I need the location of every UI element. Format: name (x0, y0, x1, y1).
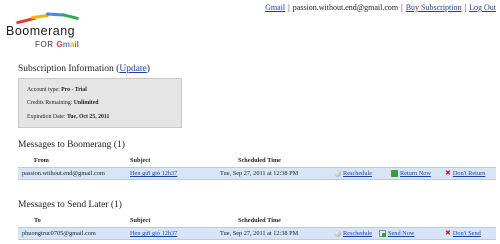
logo-gmail-text: Gmail (56, 40, 79, 49)
send-later-table-header: To Subject Scheduled Time (18, 217, 496, 225)
credits-value: Unlimited (73, 100, 99, 106)
subscription-info-box: Account type: Pro - Trial Credits Remain… (18, 78, 182, 128)
clock-icon (334, 230, 341, 237)
column-scheduled-time: Scheduled Time (238, 217, 281, 224)
dont-return-action[interactable]: ✖ Don't Return (445, 169, 485, 178)
subject-link[interactable]: Hen gửi gió 12h37 (130, 170, 177, 177)
logo-wordmark: Boomerang (6, 24, 76, 38)
send-later-section-title: Messages to Send Later (1) (18, 200, 122, 210)
boomerang-table-header: From Subject Scheduled Time (18, 157, 496, 165)
update-link[interactable]: Update (119, 64, 146, 74)
expiration-value: Tue, Oct 25, 2011 (66, 114, 110, 120)
return-now-link[interactable]: Return Now (400, 170, 431, 177)
clock-icon (334, 170, 341, 177)
scheduled-time: Tue, Sep 27, 2011 at 12:38 PM (220, 230, 299, 237)
dont-send-action[interactable]: ✖ Don't Send (445, 229, 481, 238)
send-envelope-icon (379, 230, 386, 237)
column-from: From (34, 157, 49, 164)
reschedule-link[interactable]: Reschedule (343, 170, 372, 177)
logo-for-gmail: FOR Gmail (35, 40, 79, 49)
log-out-link[interactable]: Log Out (469, 3, 496, 12)
separator: | (288, 3, 290, 12)
account-type-value: Pro - Trial (61, 87, 87, 93)
credits-row: Credits Remaining: Unlimited (27, 100, 99, 106)
from-email: passion.without.end@gmail.com (22, 170, 105, 177)
reschedule-link[interactable]: Reschedule (343, 230, 372, 237)
logo-color-bars (15, 12, 86, 25)
subscription-title: Subscription Information (Update) (18, 64, 150, 74)
scheduled-time: Tue, Sep 27, 2011 at 12:38 PM (220, 170, 299, 177)
to-email: phuongtruc0705@gmail.com (22, 230, 96, 237)
buy-subscription-link[interactable]: Buy Subscription (406, 3, 462, 12)
expiration-row: Expiration Date: Tue, Oct 25, 2011 (27, 114, 110, 120)
gmail-link[interactable]: Gmail (265, 3, 285, 12)
reschedule-action[interactable]: Reschedule (334, 170, 372, 177)
table-row: passion.without.end@gmail.com Hen gửi gi… (18, 167, 496, 180)
separator: | (464, 3, 467, 12)
send-now-action[interactable]: Send Now (379, 230, 414, 237)
column-scheduled-time: Scheduled Time (238, 157, 281, 164)
send-now-link[interactable]: Send Now (388, 230, 414, 237)
reschedule-action[interactable]: Reschedule (334, 230, 372, 237)
column-to: To (34, 217, 41, 224)
column-subject: Subject (130, 217, 151, 224)
red-x-icon: ✖ (445, 169, 451, 177)
top-links: Gmail | passion.without.end@gmail.com | … (265, 3, 496, 12)
dont-return-link[interactable]: Don't Return (453, 170, 485, 177)
account-type-row: Account type: Pro - Trial (27, 87, 87, 93)
return-arrow-icon (391, 170, 398, 177)
separator: | (401, 3, 403, 12)
logo-for-text: FOR (35, 40, 54, 49)
boomerang-logo: Boomerang FOR Gmail (6, 12, 102, 52)
boomerang-section-title: Messages to Boomerang (1) (18, 140, 125, 150)
dont-send-link[interactable]: Don't Send (453, 230, 481, 237)
red-x-icon: ✖ (445, 229, 451, 237)
table-row: phuongtruc0705@gmail.com Hen gửi gió 12h… (18, 227, 496, 240)
return-now-action[interactable]: Return Now (391, 170, 431, 177)
column-subject: Subject (130, 157, 151, 164)
user-email: passion.without.end@gmail.com (292, 3, 399, 12)
logo-bar-green (60, 12, 80, 21)
subject-link[interactable]: Hen gửi gió 12h37 (130, 230, 177, 237)
